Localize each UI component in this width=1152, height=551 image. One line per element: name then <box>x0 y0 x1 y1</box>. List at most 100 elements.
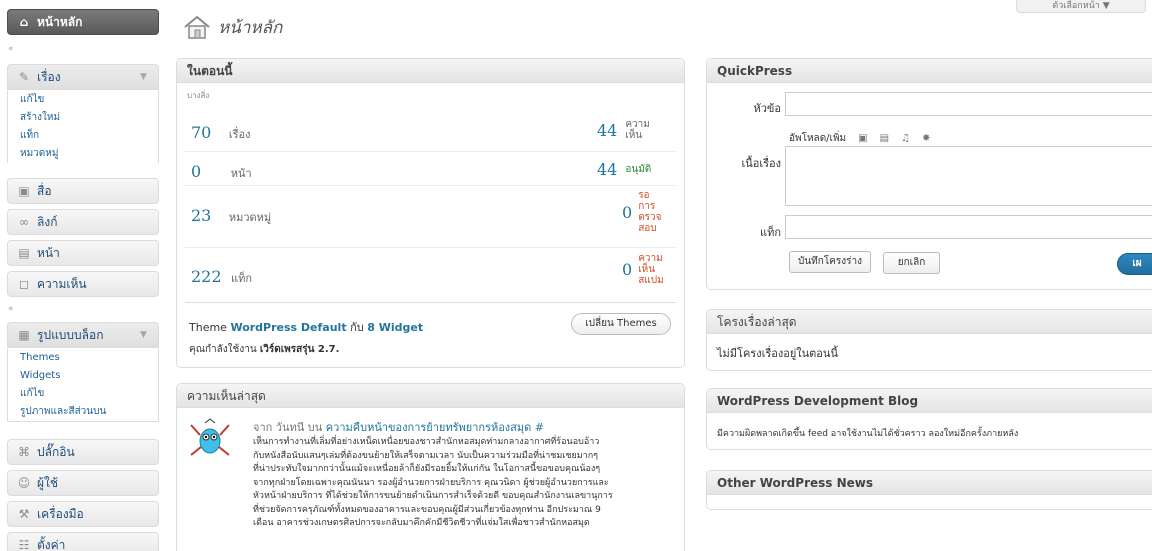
tags-count[interactable]: 222 <box>191 267 222 286</box>
menu-tools-label: เครื่องมือ <box>37 506 84 521</box>
users-icon: ☺ <box>17 476 31 490</box>
posts-count-label[interactable]: เรื่อง <box>229 128 251 141</box>
comment-post-link[interactable]: ความคืบหน้าของการย้ายทรัพยากรห้องสมุด # <box>326 421 544 434</box>
comments-count-stat[interactable]: 44 ความเห็น <box>597 119 651 141</box>
submenu-custom-header[interactable]: รูปภาพและสีส่วนบน <box>8 403 158 421</box>
menu-pages-label: หน้า <box>37 245 60 260</box>
menu-appearance[interactable]: ▦ รูปแบบบล็อก ▼ <box>7 322 159 348</box>
add-audio-icon[interactable]: ♫ <box>901 133 910 144</box>
comment-on: บน <box>307 421 323 434</box>
theme-name-link[interactable]: WordPress Default <box>230 321 346 334</box>
recent-drafts-empty: ไม่มีโครงเรื่องอยู่ในตอนนี้ <box>717 347 838 360</box>
comment-excerpt: เห็นการทำงานที่เลิ่มที่อย่างเหน็ดเหนื่อย… <box>253 436 678 531</box>
menu-tools[interactable]: ⚒ เครื่องมือ <box>7 501 159 527</box>
tools-icon: ⚒ <box>18 507 30 521</box>
menu-plugins[interactable]: ⌘ ปลั๊กอิน <box>7 439 159 465</box>
categories-count-stat[interactable]: 23 หมวดหมู่ <box>191 206 271 226</box>
menu-plugins-label: ปลั๊กอิน <box>37 444 75 459</box>
page-icon: ▤ <box>18 246 30 260</box>
submenu-edit-posts[interactable]: แก้ไข <box>8 91 158 109</box>
categories-count[interactable]: 23 <box>191 206 211 225</box>
submenu-new-post[interactable]: สร้างใหม่ <box>8 109 158 127</box>
submenu-widgets[interactable]: Widgets <box>8 367 158 385</box>
tags-count-stat[interactable]: 222 แท็ก <box>191 267 252 287</box>
approved-count-stat[interactable]: 44 อนุมัติ <box>597 160 651 179</box>
chevron-down-icon[interactable]: ▼ <box>140 330 150 340</box>
pending-count-stat[interactable]: 0 รอการตรวจสอบ <box>622 190 664 234</box>
submenu-themes[interactable]: Themes <box>8 349 158 367</box>
title-input[interactable] <box>785 92 1152 116</box>
appearance-icon: ▦ <box>18 328 30 342</box>
recent-comments-widget: ความเห็นล่าสุด จาก วันทนี บน ความคืบหน้า… <box>176 383 685 551</box>
recent-comments-title[interactable]: ความเห็นล่าสุด <box>177 384 684 408</box>
comment-meta: จาก วันทนี บน ความคืบหน้าของการย้ายทรัพย… <box>253 418 544 436</box>
tags-input[interactable] <box>785 215 1152 239</box>
divider <box>185 151 676 152</box>
add-video-icon[interactable]: ▤ <box>880 133 889 144</box>
comment-line: ที่น่าประทับใจมากกว่านั้นแม้จะเหนื่อยล้า… <box>253 464 601 474</box>
pending-count[interactable]: 0 <box>622 203 632 222</box>
tags-count-label[interactable]: แท็ก <box>231 272 252 285</box>
spam-count-stat[interactable]: 0 ความเห็นสแปม <box>622 253 664 286</box>
menu-comments[interactable]: ◻ ความเห็น <box>7 271 159 297</box>
posts-count-stat[interactable]: 70 เรื่อง <box>191 123 251 143</box>
dev-blog-widget: WordPress Development Blog มีความผิดพลาด… <box>706 388 1152 450</box>
version-prefix: คุณกำลังใช้งาน <box>189 344 257 355</box>
right-now-widget: ในตอนนี้ บางสิ่ง 70 เรื่อง 44 ความเห็น 0… <box>176 58 685 368</box>
pages-count[interactable]: 0 <box>191 162 201 181</box>
comments-count[interactable]: 44 <box>597 121 617 140</box>
approved-count[interactable]: 44 <box>597 160 617 179</box>
menu-users[interactable]: ☺ ผู้ใช้ <box>7 470 159 496</box>
submenu-categories[interactable]: หมวดหมู่ <box>8 145 158 163</box>
link-icon: ∞ <box>19 215 29 229</box>
add-media-icon[interactable]: ✸ <box>922 133 930 144</box>
menu-separator[interactable]: « <box>8 44 15 54</box>
home-icon: ⌂ <box>19 15 29 29</box>
comments-count-label[interactable]: ความเห็น <box>625 119 651 141</box>
chevron-down-icon[interactable]: ▼ <box>140 72 150 82</box>
submenu-editor[interactable]: แก้ไข <box>8 385 158 403</box>
menu-posts[interactable]: ✎ เรื่อง ▼ <box>7 64 159 90</box>
dev-blog-title[interactable]: WordPress Development Blog <box>707 389 1152 413</box>
other-news-title[interactable]: Other WordPress News <box>707 471 1152 495</box>
menu-settings[interactable]: ☷ ตั้งค่า <box>7 532 159 551</box>
spam-count[interactable]: 0 <box>622 260 632 279</box>
pages-count-stat[interactable]: 0 หน้า <box>191 162 252 182</box>
page-title: หน้าหลัก <box>218 17 283 38</box>
approved-label[interactable]: อนุมัติ <box>625 162 651 177</box>
comment-icon: ◻ <box>19 277 29 291</box>
menu-links[interactable]: ∞ ลิงก์ <box>7 209 159 235</box>
publish-button[interactable]: เผ <box>1117 253 1152 275</box>
divider <box>185 185 676 186</box>
add-image-icon[interactable]: ▣ <box>858 133 867 144</box>
upload-label: อัพโหลด/เพิ่ม <box>789 133 847 144</box>
save-draft-button[interactable]: บันทึกโครงร่าง <box>789 251 871 273</box>
upload-bar: อัพโหลด/เพิ่ม ▣ ▤ ♫ ✸ <box>789 131 930 146</box>
media-icon: ▣ <box>18 184 30 198</box>
cancel-button[interactable]: ยกเลิก <box>883 252 940 274</box>
comment-line: กับหนังสือนับแสนๆเล่มที่ต้องขนย้ายให้เสร… <box>253 450 599 461</box>
settings-icon: ☷ <box>18 538 30 551</box>
right-now-title[interactable]: ในตอนนี้ <box>177 59 684 83</box>
posts-count[interactable]: 70 <box>191 123 211 142</box>
comment-line: จากทุกฝ่ายโดยเฉพาะคุณนันนา รองผู้อำนวยกา… <box>253 477 609 488</box>
comment-line: หัวหน้าฝ่ายบริการ ที่ได้ช่วยให้การขนย้าย… <box>253 491 613 501</box>
menu-dashboard[interactable]: ⌂ หน้าหลัก <box>7 9 159 35</box>
pages-count-label[interactable]: หน้า <box>231 167 252 180</box>
menu-media[interactable]: ▣ สื่อ <box>7 178 159 204</box>
comment-from: จาก <box>253 421 273 434</box>
menu-separator-2[interactable]: « <box>8 304 15 314</box>
comment-author: วันทนี <box>275 421 305 434</box>
commenter-avatar <box>189 417 231 461</box>
change-theme-button[interactable]: เปลี่ยน Themes <box>571 313 671 335</box>
recent-drafts-title[interactable]: โครงเรื่องล่าสุด <box>707 310 1152 334</box>
submenu-tags[interactable]: แท็ก <box>8 127 158 145</box>
pending-label[interactable]: รอการตรวจสอบ <box>638 190 664 234</box>
quickpress-title[interactable]: QuickPress <box>707 59 1152 83</box>
spam-label[interactable]: ความเห็นสแปม <box>638 253 664 286</box>
screen-options-toggle[interactable]: ตัวเลือกหน้า ▼ <box>1016 0 1146 13</box>
content-textarea[interactable] <box>785 146 1152 206</box>
categories-count-label[interactable]: หมวดหมู่ <box>229 211 271 224</box>
widget-count-link[interactable]: 8 Widget <box>367 321 423 334</box>
menu-pages[interactable]: ▤ หน้า <box>7 240 159 266</box>
